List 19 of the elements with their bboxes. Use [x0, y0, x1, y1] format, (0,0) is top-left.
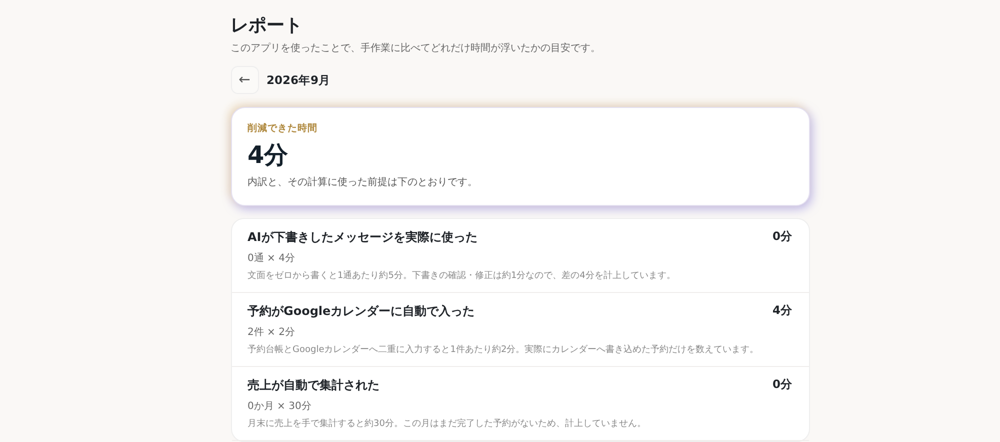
item-explanation: 予約台帳とGoogleカレンダーへ二重に入力すると1件あたり約2分。実際にカレンダーへ書き込めた予約だけを数えています。	[248, 344, 760, 356]
summary-label: 削減できた時間	[248, 122, 318, 135]
summary-value: 4分	[248, 140, 290, 171]
item-formula: 2件 × 2分	[248, 326, 296, 339]
item-title: 売上が自動で集計された	[248, 377, 380, 394]
item-value: 0分	[772, 377, 792, 393]
item-formula: 0通 × 4分	[248, 252, 296, 265]
item-explanation: 文面をゼロから書くと1通あたり約5分。下書きの確認・修正は約1分なので、差の4分を計上しています。	[248, 270, 676, 282]
item-title: AIが下書きしたメッセージを実際に使った	[248, 229, 478, 246]
summary-note: 内訳と、その計算に使った前提は下のとおりです。	[248, 176, 478, 189]
item-value: 4分	[772, 303, 792, 319]
page-subtitle: このアプリを使ったことで、手作業に比べてどれだけ時間が浮いたかの目安です。	[230, 42, 602, 56]
item-explanation: 月末に売上を手で集計すると約30分。この月はまだ完了した予約がないため、計上していません。	[248, 418, 647, 430]
item-title: 予約がGoogleカレンダーに自動で入った	[248, 303, 475, 320]
page-title: レポート	[230, 14, 304, 38]
item-formula: 0か月 × 30分	[248, 400, 312, 413]
item-value: 0分	[772, 229, 792, 245]
month-label: 2026年9月	[266, 72, 331, 88]
back-button[interactable]: ←	[230, 66, 258, 94]
